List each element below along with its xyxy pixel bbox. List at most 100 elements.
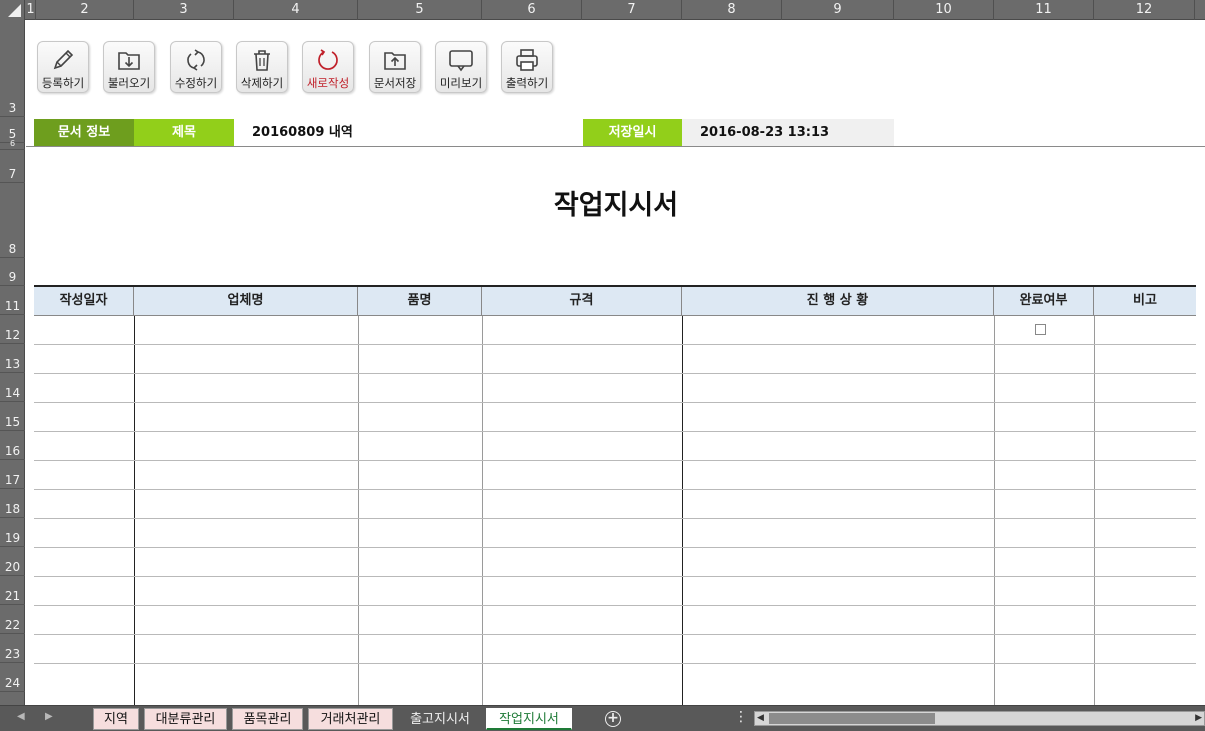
header-company: 업체명	[134, 287, 358, 316]
more-options-icon[interactable]: ⋮	[734, 709, 748, 725]
column-header-10[interactable]: 10	[894, 0, 994, 20]
add-sheet-icon[interactable]: +	[605, 711, 621, 727]
completed-checkbox[interactable]	[1035, 324, 1046, 335]
row-header-11[interactable]: 11	[0, 286, 25, 315]
horizontal-scrollbar[interactable]: ◀ ▶	[754, 711, 1205, 726]
sheet-tab-shipping-order[interactable]: 출고지시서	[398, 708, 482, 730]
load-button[interactable]: 불러오기	[103, 41, 155, 93]
select-all-corner[interactable]	[0, 0, 25, 20]
print-button[interactable]: 출력하기	[501, 41, 553, 93]
scroll-tabs-right-icon[interactable]: ▶	[45, 711, 53, 722]
document-title: 작업지시서	[553, 190, 679, 221]
scroll-tabs-left-icon[interactable]: ◀	[17, 711, 25, 722]
table-row[interactable]	[34, 576, 1196, 577]
row-header-22[interactable]: 22	[0, 605, 25, 634]
scroll-right-icon[interactable]: ▶	[1195, 713, 1202, 723]
column-divider	[994, 316, 995, 705]
column-header-2[interactable]: 2	[36, 0, 134, 20]
trash-icon	[254, 50, 270, 71]
new-document-button-label: 새로작성	[306, 76, 350, 90]
row-header-19[interactable]: 19	[0, 518, 25, 547]
sheet-tab-clients[interactable]: 거래처관리	[308, 708, 393, 730]
column-header-12[interactable]: 12	[1094, 0, 1195, 20]
register-button-label: 등록하기	[41, 76, 85, 90]
column-header-7[interactable]: 7	[582, 0, 682, 20]
header-remarks: 비고	[1094, 287, 1196, 316]
column-header-4[interactable]: 4	[234, 0, 358, 20]
row-header-16[interactable]: 16	[0, 431, 25, 460]
row-header-9[interactable]: 9	[0, 258, 25, 286]
sheet-tab-region[interactable]: 지역	[93, 708, 139, 730]
edit-button-label: 수정하기	[174, 76, 218, 90]
row-header-18[interactable]: 18	[0, 489, 25, 518]
row-header-15[interactable]: 15	[0, 402, 25, 431]
sheet-tab-category[interactable]: 대분류관리	[144, 708, 227, 730]
scrollbar-thumb[interactable]	[769, 713, 935, 724]
folder-download-icon	[118, 52, 140, 70]
pencil-icon	[53, 49, 74, 70]
row-header-14[interactable]: 14	[0, 373, 25, 402]
spreadsheet-window: 1 2 3 4 5 6 7 8 9 10 11 12 3 5 6 7 8 9 1…	[0, 0, 1205, 731]
preview-button[interactable]: 미리보기	[435, 41, 487, 93]
sheet-tab-work-order[interactable]: 작업지시서	[486, 708, 572, 730]
table-row[interactable]	[34, 344, 1196, 345]
sheet-tab-items[interactable]: 품목관리	[232, 708, 303, 730]
printer-icon	[516, 49, 538, 71]
row-header-6[interactable]: 6	[0, 139, 25, 150]
column-header-9[interactable]: 9	[782, 0, 894, 20]
table-row[interactable]	[34, 663, 1196, 664]
row-header-bar: 3 5 6 7 8 9 11 12 13 14 15 16 17 18 19 2…	[0, 20, 25, 705]
header-completed: 완료여부	[994, 287, 1094, 316]
row-header-8[interactable]: 8	[0, 183, 25, 258]
column-header-1[interactable]: 1	[26, 0, 36, 20]
edit-button[interactable]: 수정하기	[170, 41, 222, 93]
column-divider	[358, 316, 359, 705]
table-row[interactable]	[34, 373, 1196, 374]
select-all-icon	[8, 4, 21, 17]
row-header-7[interactable]: 7	[0, 150, 25, 183]
new-document-button[interactable]: 새로작성	[302, 41, 354, 93]
column-header-8[interactable]: 8	[682, 0, 782, 20]
saved-date-label: 저장일시	[583, 119, 682, 146]
print-button-label: 출력하기	[505, 76, 549, 90]
row-header-23[interactable]: 23	[0, 634, 25, 663]
column-divider	[134, 316, 135, 705]
row-header-21[interactable]: 21	[0, 576, 25, 605]
save-document-button[interactable]: 문서저장	[369, 41, 421, 93]
column-header-5[interactable]: 5	[358, 0, 482, 20]
row-header-12[interactable]: 12	[0, 315, 25, 344]
folder-upload-icon	[384, 52, 406, 70]
worksheet: 등록하기 불러오기 수정하기 삭제하기 새로작성 문서저장 미리보기 출력하기 …	[26, 21, 1205, 705]
saved-date-value: 2016-08-23 13:13	[682, 119, 894, 146]
scroll-left-icon[interactable]: ◀	[757, 713, 764, 723]
table-row[interactable]	[34, 402, 1196, 403]
header-item: 품명	[358, 287, 482, 316]
row-header-24[interactable]: 24	[0, 663, 25, 692]
refresh-icon	[187, 49, 205, 71]
register-button[interactable]: 등록하기	[37, 41, 89, 93]
table-row[interactable]	[34, 634, 1196, 635]
row-header-13[interactable]: 13	[0, 344, 25, 373]
row-header-20[interactable]: 20	[0, 547, 25, 576]
column-divider	[482, 316, 483, 705]
table-row[interactable]	[34, 489, 1196, 490]
row-header-17[interactable]: 17	[0, 460, 25, 489]
delete-button[interactable]: 삭제하기	[236, 41, 288, 93]
table-row[interactable]	[34, 547, 1196, 548]
info-divider	[26, 146, 1205, 147]
table-row[interactable]	[34, 431, 1196, 432]
column-header-3[interactable]: 3	[134, 0, 234, 20]
monitor-icon	[449, 50, 473, 72]
row-header-3[interactable]: 3	[0, 20, 25, 117]
header-spec: 규격	[482, 287, 682, 316]
table-row[interactable]	[34, 460, 1196, 461]
table-row[interactable]	[34, 605, 1196, 606]
column-divider	[1094, 316, 1095, 705]
title-label: 제목	[134, 119, 234, 146]
table-row[interactable]	[34, 518, 1196, 519]
column-divider	[682, 316, 683, 705]
header-date: 작성일자	[34, 287, 134, 316]
column-header-11[interactable]: 11	[994, 0, 1094, 20]
column-header-6[interactable]: 6	[482, 0, 582, 20]
title-value[interactable]: 20160809 내역	[234, 119, 583, 146]
